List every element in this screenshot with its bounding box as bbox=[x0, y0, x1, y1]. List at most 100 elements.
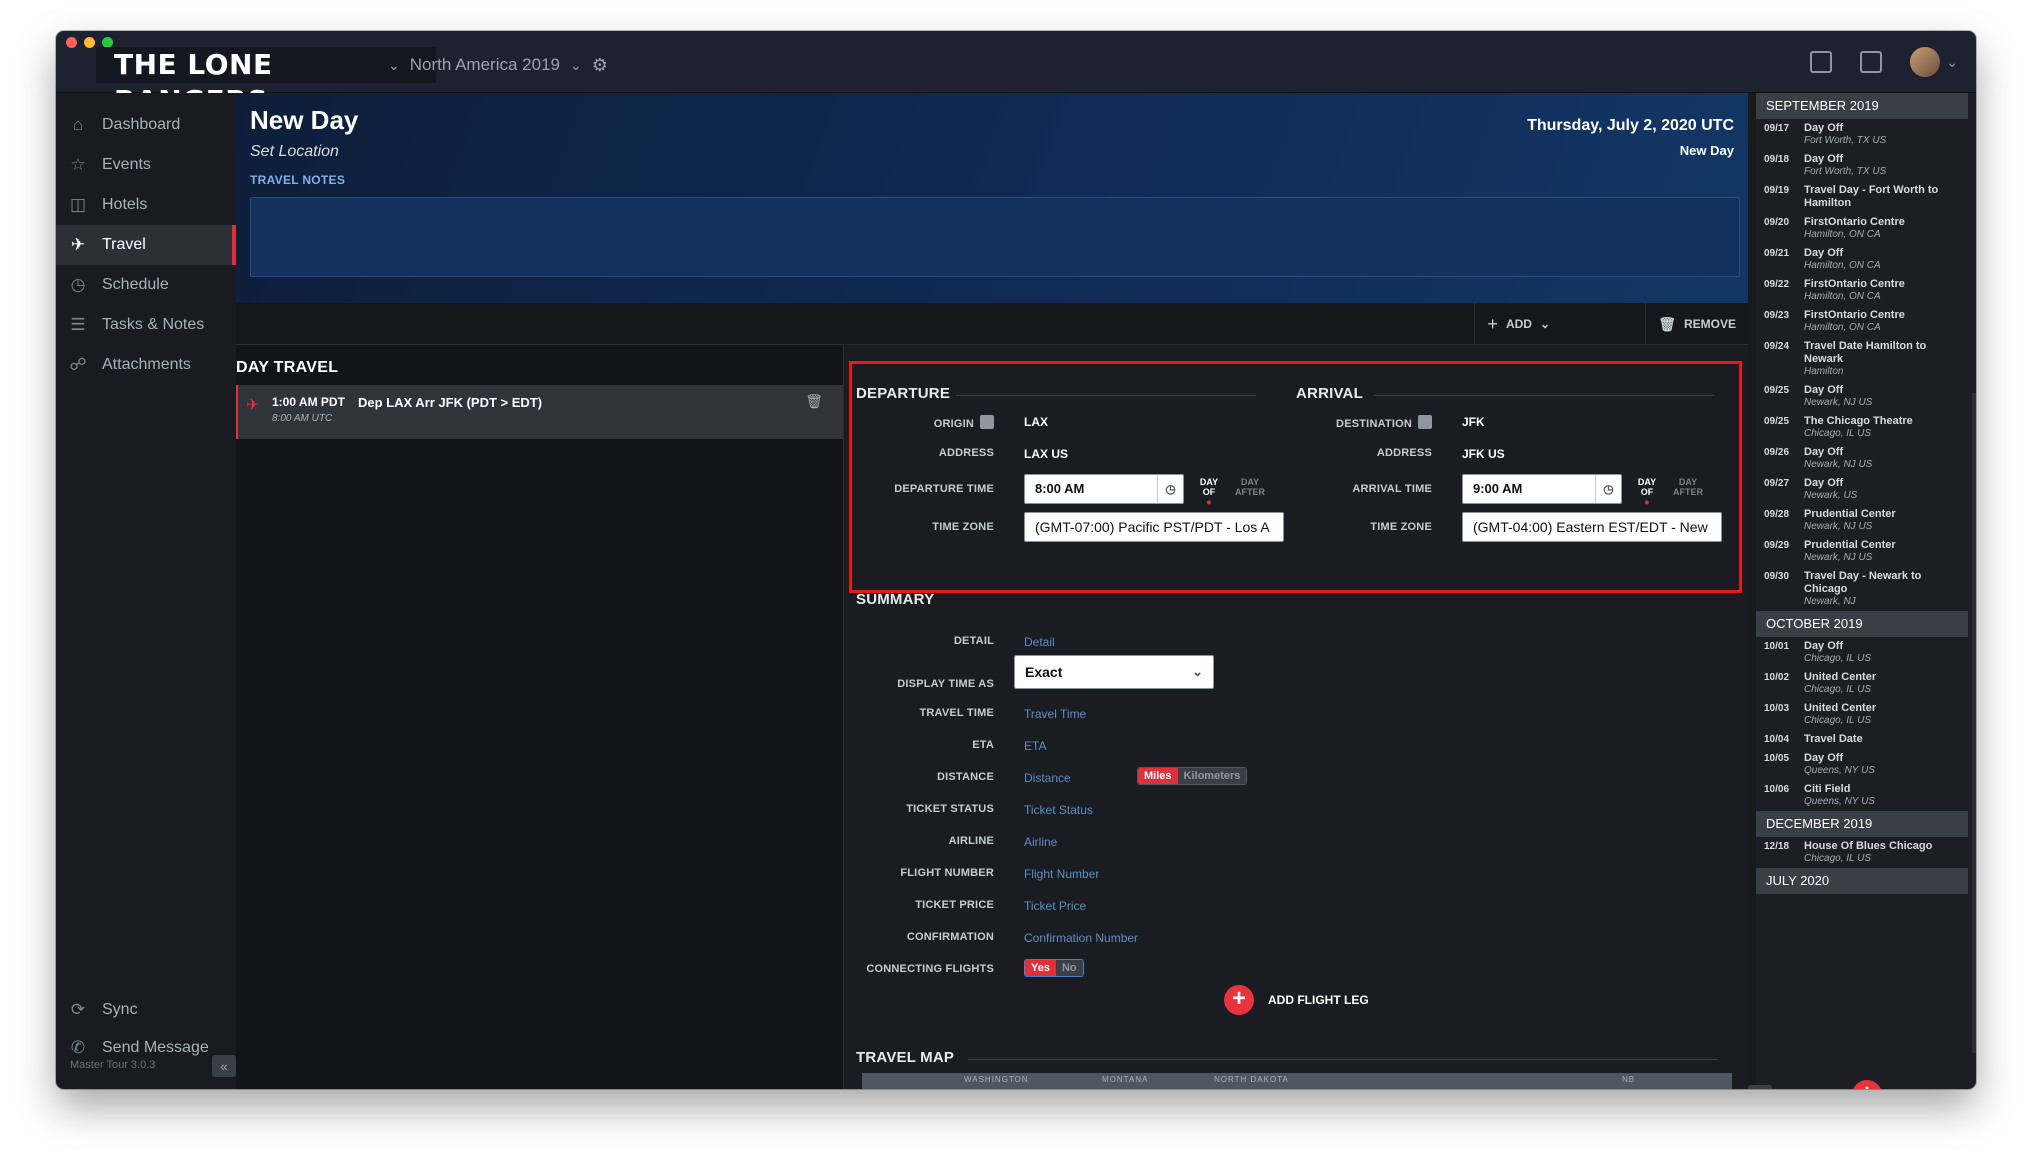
schedule-item[interactable]: 09/21 Day Off Hamilton, ON CA bbox=[1756, 244, 1968, 275]
remove-label: REMOVE bbox=[1683, 317, 1736, 331]
sidebar-item-travel[interactable]: ✈ Travel bbox=[56, 225, 236, 265]
schedule-item-date: 09/17 bbox=[1764, 123, 1790, 134]
schedule-item[interactable]: 12/18 House Of Blues Chicago Chicago, IL U… bbox=[1756, 837, 1968, 868]
schedule-item[interactable]: 09/17 Day Off Fort Worth, TX US bbox=[1756, 119, 1968, 150]
gear-icon[interactable]: ⚙ bbox=[592, 55, 608, 76]
schedule-item[interactable]: 09/25 Day Off Newark, NJ US bbox=[1756, 381, 1968, 412]
eta-field[interactable]: ETA bbox=[1024, 739, 1046, 753]
add-flight-leg-button[interactable]: + ADD FLIGHT LEG bbox=[1224, 985, 1369, 1015]
ticket-status-field[interactable]: Ticket Status bbox=[1024, 803, 1093, 817]
detail-field[interactable]: Detail bbox=[1024, 635, 1055, 649]
calendar-icon[interactable] bbox=[1860, 51, 1883, 73]
sidebar-item-dashboard[interactable]: ⌂ Dashboard bbox=[56, 105, 236, 145]
miles-option[interactable]: Miles bbox=[1138, 768, 1178, 784]
display-time-select[interactable]: Exact ⌄ bbox=[1014, 655, 1214, 689]
schedule-item-date: 09/22 bbox=[1764, 279, 1790, 290]
tour-selector[interactable]: ⌄ North America 2019 ⌄ ⚙ bbox=[388, 49, 608, 81]
plus-icon: + bbox=[1487, 313, 1498, 334]
travel-toolbar: + ADD ⌄ 🗑 REMOVE bbox=[236, 303, 1748, 345]
schedule-item-date: 10/02 bbox=[1764, 672, 1790, 683]
travel-row-time: 1:00 AM PDT bbox=[272, 395, 345, 409]
ticket-price-label: TICKET PRICE bbox=[915, 899, 994, 911]
flight-number-field[interactable]: Flight Number bbox=[1024, 867, 1099, 881]
set-location-link[interactable]: Set Location bbox=[250, 143, 339, 161]
schedule-item[interactable]: 09/20 FirstOntario Centre Hamilton, ON CA bbox=[1756, 213, 1968, 244]
user-menu[interactable]: ⌄ bbox=[1910, 47, 1958, 77]
remove-button[interactable]: 🗑 REMOVE bbox=[1645, 303, 1748, 345]
sidebar-item-tasks[interactable]: ☰ Tasks & Notes bbox=[56, 305, 236, 345]
schedule-item[interactable]: 09/24 Travel Date Hamilton to Newark Hamil… bbox=[1756, 337, 1968, 381]
collapse-sidebar-button[interactable]: « bbox=[212, 1055, 236, 1077]
schedule-item-date: 12/18 bbox=[1764, 841, 1790, 852]
card-icon[interactable] bbox=[1810, 51, 1833, 73]
schedule-item[interactable]: 10/01 Day Off Chicago, IL US bbox=[1756, 637, 1968, 668]
ticket-price-field[interactable]: Ticket Price bbox=[1024, 899, 1086, 913]
travel-notes-textarea[interactable] bbox=[250, 197, 1740, 277]
add-event-button[interactable]: + bbox=[1852, 1080, 1882, 1089]
travel-time-field[interactable]: Travel Time bbox=[1024, 707, 1086, 721]
sync-button[interactable]: ⟳ Sync bbox=[56, 991, 236, 1029]
schedule-item[interactable]: 09/23 FirstOntario Centre Hamilton, ON CA bbox=[1756, 306, 1968, 337]
schedule-item-location: Fort Worth, TX US bbox=[1804, 166, 1887, 177]
add-button[interactable]: + ADD ⌄ bbox=[1474, 303, 1562, 345]
schedule-item-title: Travel Day - Fort Worth to Hamilton bbox=[1804, 184, 1939, 209]
yes-option[interactable]: Yes bbox=[1025, 960, 1056, 976]
distance-unit-toggle[interactable]: Miles Kilometers bbox=[1137, 767, 1248, 785]
scrollbar[interactable] bbox=[1972, 393, 1976, 1053]
schedule-item-title: The Chicago Theatre bbox=[1804, 415, 1913, 427]
travel-time-label: TRAVEL TIME bbox=[919, 707, 994, 719]
connecting-flights-toggle[interactable]: Yes No bbox=[1024, 959, 1084, 977]
day-travel-title: DAY TRAVEL bbox=[236, 359, 339, 376]
schedule-item-date: 09/25 bbox=[1764, 416, 1790, 427]
schedule-item-title: United Center bbox=[1804, 671, 1877, 683]
sidebar-item-label: Attachments bbox=[102, 356, 191, 373]
schedule-item[interactable]: 10/05 Day Off Queens, NY US bbox=[1756, 749, 1968, 780]
schedule-item[interactable]: 09/25 The Chicago Theatre Chicago, IL US bbox=[1756, 412, 1968, 443]
schedule-item[interactable]: 10/06 Citi Field Queens, NY US bbox=[1756, 780, 1968, 811]
schedule-item-location: Newark, NJ US bbox=[1804, 521, 1873, 532]
schedule-item-title: Travel Date Hamilton to Newark bbox=[1804, 340, 1927, 365]
schedule-item[interactable]: 09/18 Day Off Fort Worth, TX US bbox=[1756, 150, 1968, 181]
no-option[interactable]: No bbox=[1055, 960, 1083, 976]
schedule-item[interactable]: 10/03 United Center Chicago, IL US bbox=[1756, 699, 1968, 730]
schedule-item-date: 09/19 bbox=[1764, 185, 1790, 196]
schedule-item[interactable]: 09/19 Travel Day - Fort Worth to Hamilton bbox=[1756, 181, 1968, 213]
schedule-item-date: 09/24 bbox=[1764, 341, 1790, 352]
trash-icon: 🗑 bbox=[1658, 315, 1676, 332]
schedule-item[interactable]: 09/30 Travel Day - Newark to Chicago Newar… bbox=[1756, 567, 1968, 611]
close-window-button[interactable] bbox=[66, 37, 77, 48]
trash-icon[interactable]: 🗑 bbox=[805, 393, 823, 410]
schedule-item[interactable]: 09/29 Prudential Center Newark, NJ US bbox=[1756, 536, 1968, 567]
travel-map[interactable]: WASHINGTON MONTANA NORTH DAKOTA NB bbox=[862, 1073, 1732, 1089]
schedule-item-title: Prudential Center bbox=[1804, 539, 1896, 551]
megaphone-icon: ✆ bbox=[70, 1038, 86, 1057]
minimize-window-button[interactable] bbox=[84, 37, 95, 48]
distance-field[interactable]: Distance bbox=[1024, 771, 1071, 785]
day-travel-panel: DAY TRAVEL ✈ 1:00 AM PDT Dep LAX Arr JFK… bbox=[236, 345, 843, 1089]
schedule-item[interactable]: 09/26 Day Off Newark, NJ US bbox=[1756, 443, 1968, 474]
schedule-item[interactable]: 10/02 United Center Chicago, IL US bbox=[1756, 668, 1968, 699]
schedule-item-location: Newark, NJ US bbox=[1804, 397, 1873, 408]
version-label: Master Tour 3.0.3 bbox=[70, 1059, 156, 1071]
airline-field[interactable]: Airline bbox=[1024, 835, 1057, 849]
highlight-box bbox=[849, 361, 1742, 593]
schedule-month-header: SEPTEMBER 2019 bbox=[1756, 93, 1968, 119]
schedule-item[interactable]: 09/28 Prudential Center Newark, NJ US bbox=[1756, 505, 1968, 536]
schedule-item-title: Day Off bbox=[1804, 122, 1844, 134]
travel-row[interactable]: ✈ 1:00 AM PDT Dep LAX Arr JFK (PDT > EDT… bbox=[236, 385, 843, 439]
chevron-down-icon: ⌄ bbox=[1946, 53, 1958, 70]
schedule-item-title: Day Off bbox=[1804, 247, 1844, 259]
sidebar-item-schedule[interactable]: ◷ Schedule bbox=[56, 265, 236, 305]
schedule-item-location: Newark, US bbox=[1804, 490, 1858, 501]
sidebar-item-hotels[interactable]: ◫ Hotels bbox=[56, 185, 236, 225]
schedule-item-location: Newark, NJ bbox=[1804, 596, 1856, 607]
expand-panel-button[interactable]: » bbox=[1748, 1085, 1772, 1089]
sidebar-item-attachments[interactable]: ☍ Attachments bbox=[56, 345, 236, 385]
schedule-item[interactable]: 09/22 FirstOntario Centre Hamilton, ON CA bbox=[1756, 275, 1968, 306]
kilometers-option[interactable]: Kilometers bbox=[1177, 768, 1247, 784]
schedule-item[interactable]: 10/04 Travel Date bbox=[1756, 730, 1968, 749]
schedule-item[interactable]: 09/27 Day Off Newark, US bbox=[1756, 474, 1968, 505]
chevron-down-icon: ⌄ bbox=[388, 56, 400, 73]
sidebar-item-events[interactable]: ☆ Events bbox=[56, 145, 236, 185]
confirmation-field[interactable]: Confirmation Number bbox=[1024, 931, 1138, 945]
